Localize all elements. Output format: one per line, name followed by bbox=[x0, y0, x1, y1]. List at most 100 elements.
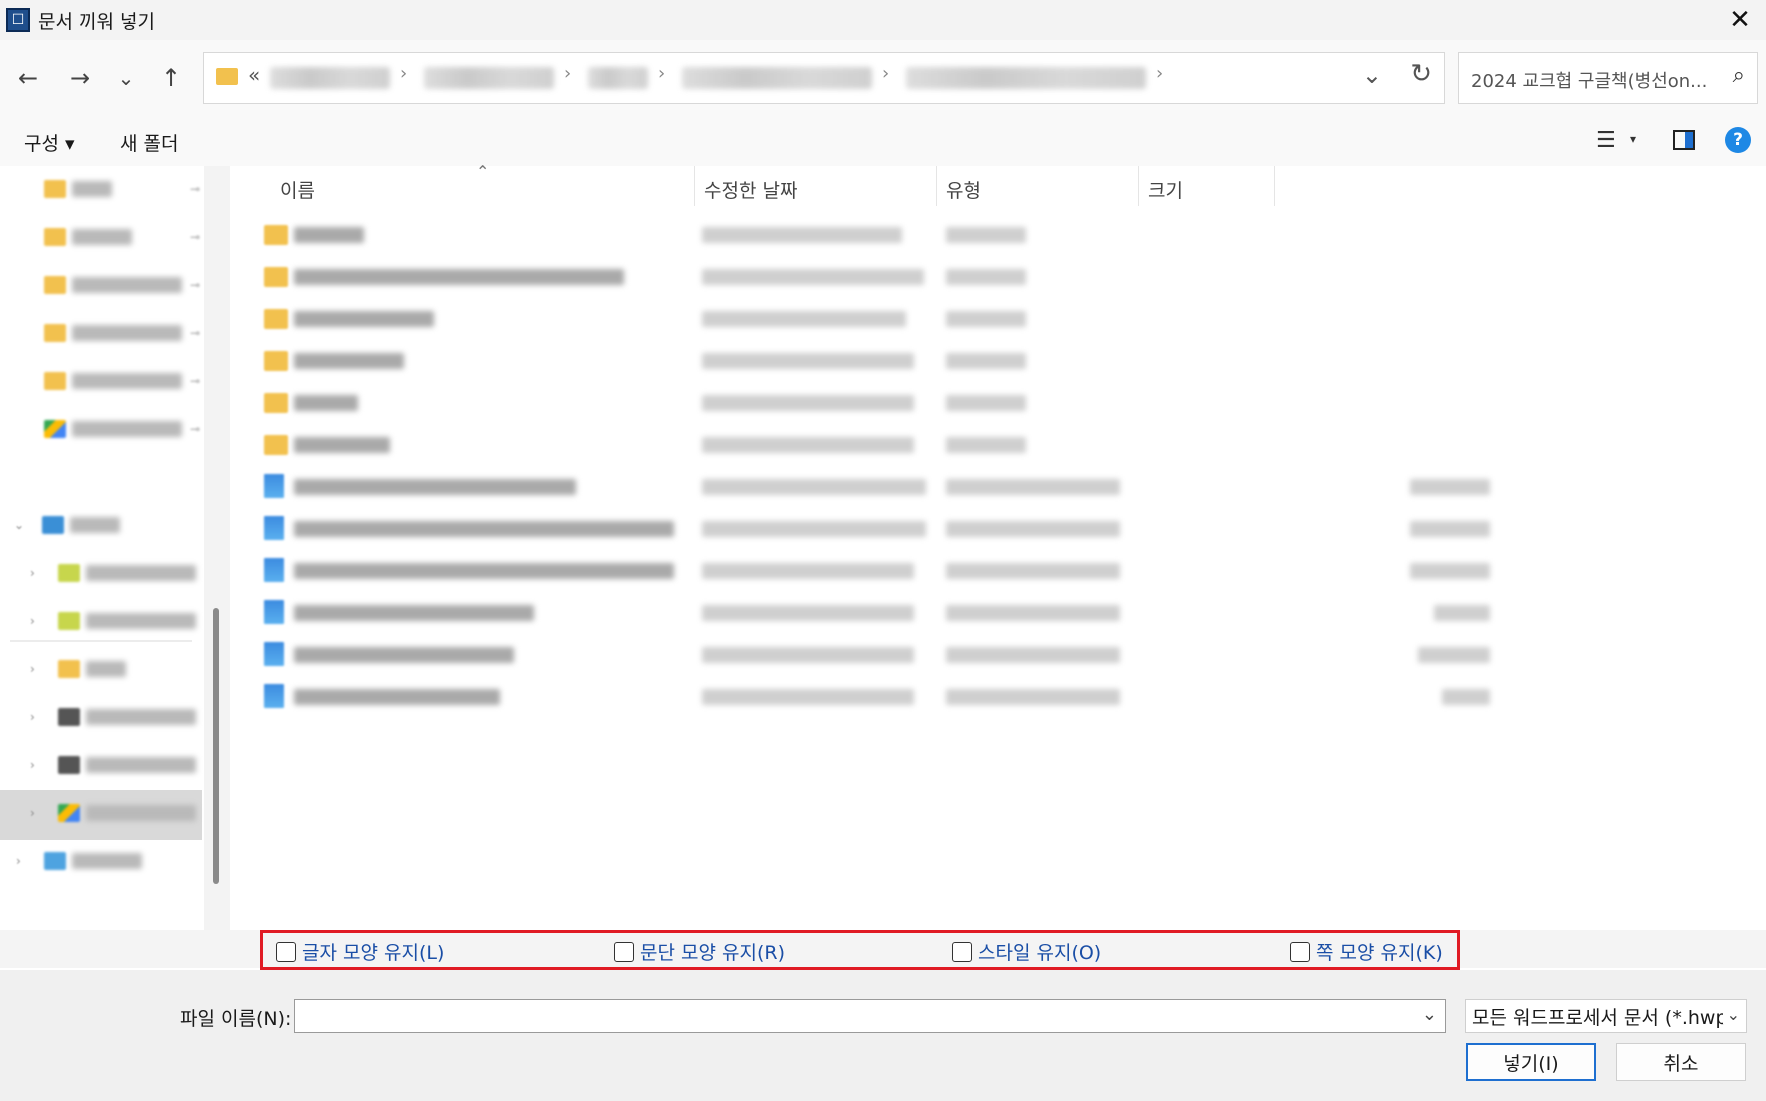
forward-arrow-icon[interactable]: → bbox=[62, 60, 98, 96]
keep-page-shape-checkbox[interactable] bbox=[1290, 941, 1310, 962]
column-separator[interactable] bbox=[1274, 166, 1275, 206]
keep-para-shape-label[interactable]: 문단 모양 유지(R) bbox=[640, 938, 785, 965]
file-row-document[interactable] bbox=[230, 552, 1766, 590]
filetype-dropdown-chevron-icon[interactable]: ⌄ bbox=[1722, 1005, 1740, 1024]
sidebar-item-google-drive[interactable] bbox=[58, 800, 202, 826]
command-bar: 구성 ▾ 새 폴더 ☰ ▾ ? bbox=[0, 116, 1766, 166]
dialog-footer bbox=[0, 970, 1766, 1101]
preview-pane-icon[interactable] bbox=[1673, 130, 1695, 150]
keep-style-label[interactable]: 스타일 유지(O) bbox=[978, 938, 1101, 965]
expand-arrow-icon[interactable]: › bbox=[30, 614, 35, 628]
window-title: 문서 끼워 넣기 bbox=[38, 10, 155, 33]
folder-icon bbox=[264, 225, 288, 245]
insert-button[interactable]: 넣기(I) bbox=[1466, 1043, 1596, 1081]
sidebar-drive-item[interactable] bbox=[58, 560, 202, 586]
filetype-select[interactable]: 모든 워드프로세서 문서 (*.hwp ⌄ bbox=[1465, 999, 1747, 1033]
column-header-type[interactable]: 유형 bbox=[946, 176, 981, 203]
file-row-document[interactable] bbox=[230, 636, 1766, 674]
quick-access-item[interactable]: ⊸ bbox=[44, 416, 200, 442]
column-header-size[interactable]: 크기 bbox=[1148, 176, 1183, 203]
file-row-folder[interactable] bbox=[230, 216, 1766, 254]
view-options-icon[interactable]: ☰ bbox=[1596, 128, 1616, 153]
filetype-value: 모든 워드프로세서 문서 (*.hwp bbox=[1472, 1006, 1728, 1029]
navigation-bar: ← → ⌄ ↑ « › › › › › ⌄ ↻ 2024 교크협 구글책(병선o… bbox=[0, 40, 1766, 116]
breadcrumb-segment-blurred[interactable] bbox=[588, 67, 648, 89]
file-row-document[interactable] bbox=[230, 468, 1766, 506]
address-dropdown-chevron-icon[interactable]: ⌄ bbox=[1362, 61, 1382, 89]
quick-access-item[interactable]: ⊸ bbox=[44, 224, 200, 250]
sidebar-drive-item[interactable] bbox=[58, 608, 202, 634]
pin-icon: ⊸ bbox=[189, 230, 200, 244]
file-row-folder[interactable] bbox=[230, 258, 1766, 296]
file-row-document[interactable] bbox=[230, 510, 1766, 548]
back-arrow-icon[interactable]: ← bbox=[10, 60, 46, 96]
cancel-button[interactable]: 취소 bbox=[1616, 1043, 1746, 1081]
recent-locations-chevron-icon[interactable]: ⌄ bbox=[108, 60, 144, 96]
quick-access-item[interactable]: ⊸ bbox=[44, 272, 200, 298]
quick-access-item[interactable]: ⊸ bbox=[44, 368, 200, 394]
file-row-document[interactable] bbox=[230, 594, 1766, 632]
address-overflow-chevron-icon[interactable]: « bbox=[248, 63, 260, 87]
organize-menu-button[interactable]: 구성 ▾ bbox=[24, 129, 75, 156]
column-separator[interactable] bbox=[1138, 166, 1139, 206]
up-folder-arrow-icon[interactable]: ↑ bbox=[153, 60, 189, 96]
keep-style-checkbox[interactable] bbox=[952, 941, 972, 962]
drive-icon bbox=[58, 612, 80, 630]
keep-para-shape-checkbox[interactable] bbox=[614, 941, 634, 962]
close-icon[interactable]: ✕ bbox=[1724, 4, 1756, 36]
breadcrumb-separator-icon: › bbox=[564, 63, 572, 84]
expand-arrow-icon[interactable]: › bbox=[30, 662, 35, 676]
column-header-name[interactable]: 이름 bbox=[280, 176, 315, 203]
expand-arrow-icon[interactable]: › bbox=[16, 854, 21, 868]
column-header-modified[interactable]: 수정한 날짜 bbox=[704, 176, 797, 203]
column-separator[interactable] bbox=[936, 166, 937, 206]
keep-style-option[interactable]: 스타일 유지(O) bbox=[952, 938, 1101, 965]
quick-access-item[interactable]: ⊸ bbox=[44, 320, 200, 346]
keep-page-shape-label[interactable]: 쪽 모양 유지(K) bbox=[1316, 938, 1443, 965]
expand-arrow-icon[interactable]: › bbox=[30, 758, 35, 772]
pin-icon: ⊸ bbox=[189, 326, 200, 340]
search-input[interactable]: 2024 교크협 구글책(병선on... bbox=[1471, 67, 1711, 93]
sidebar-item-network[interactable] bbox=[44, 848, 194, 874]
breadcrumb-segment-blurred[interactable] bbox=[424, 67, 554, 89]
file-row-document[interactable] bbox=[230, 678, 1766, 716]
breadcrumb-separator-icon: › bbox=[1156, 63, 1164, 84]
sidebar-drive-item[interactable] bbox=[58, 752, 202, 778]
help-icon[interactable]: ? bbox=[1725, 127, 1751, 153]
quick-access-item[interactable]: ⊸ bbox=[44, 176, 200, 202]
expand-arrow-icon[interactable]: › bbox=[30, 806, 35, 820]
new-folder-button[interactable]: 새 폴더 bbox=[120, 129, 178, 156]
folder-icon bbox=[58, 660, 80, 678]
keep-char-shape-checkbox[interactable] bbox=[276, 941, 296, 962]
sidebar-folder-item[interactable] bbox=[58, 656, 202, 682]
filename-dropdown-chevron-icon[interactable]: ⌄ bbox=[1422, 1004, 1437, 1025]
search-box[interactable]: 2024 교크협 구글책(병선on... ⌕ bbox=[1458, 52, 1758, 104]
keep-para-shape-option[interactable]: 문단 모양 유지(R) bbox=[614, 938, 785, 965]
folder-icon bbox=[216, 68, 238, 85]
keep-char-shape-label[interactable]: 글자 모양 유지(L) bbox=[302, 938, 444, 965]
breadcrumb-segment-blurred[interactable] bbox=[682, 67, 872, 89]
sidebar-scrollbar-thumb[interactable] bbox=[213, 608, 219, 884]
breadcrumb-segment-blurred[interactable] bbox=[906, 67, 1146, 89]
keep-char-shape-option[interactable]: 글자 모양 유지(L) bbox=[276, 938, 444, 965]
breadcrumb-segment-blurred[interactable] bbox=[270, 67, 390, 89]
expand-arrow-icon[interactable]: › bbox=[30, 566, 35, 580]
filename-input[interactable]: ⌄ bbox=[294, 999, 1446, 1033]
column-separator[interactable] bbox=[694, 166, 695, 206]
file-row-folder[interactable] bbox=[230, 300, 1766, 338]
file-row-folder[interactable] bbox=[230, 342, 1766, 380]
sidebar-item-this-pc[interactable] bbox=[42, 512, 198, 538]
file-row-folder[interactable] bbox=[230, 426, 1766, 464]
refresh-icon[interactable]: ↻ bbox=[1410, 59, 1432, 89]
folder-icon bbox=[44, 324, 66, 342]
search-icon[interactable]: ⌕ bbox=[1733, 63, 1745, 88]
sidebar-drive-item[interactable] bbox=[58, 704, 202, 730]
file-row-folder[interactable] bbox=[230, 384, 1766, 422]
expand-arrow-icon[interactable]: › bbox=[30, 710, 35, 724]
hwp-app-icon: ☐ bbox=[6, 8, 30, 32]
address-bar[interactable]: « › › › › › ⌄ ↻ bbox=[203, 52, 1445, 104]
view-options-caret-icon[interactable]: ▾ bbox=[1630, 132, 1636, 146]
keep-page-shape-option[interactable]: 쪽 모양 유지(K) bbox=[1290, 938, 1443, 965]
folder-icon bbox=[264, 435, 288, 455]
expand-arrow-icon[interactable]: ⌄ bbox=[14, 518, 24, 532]
